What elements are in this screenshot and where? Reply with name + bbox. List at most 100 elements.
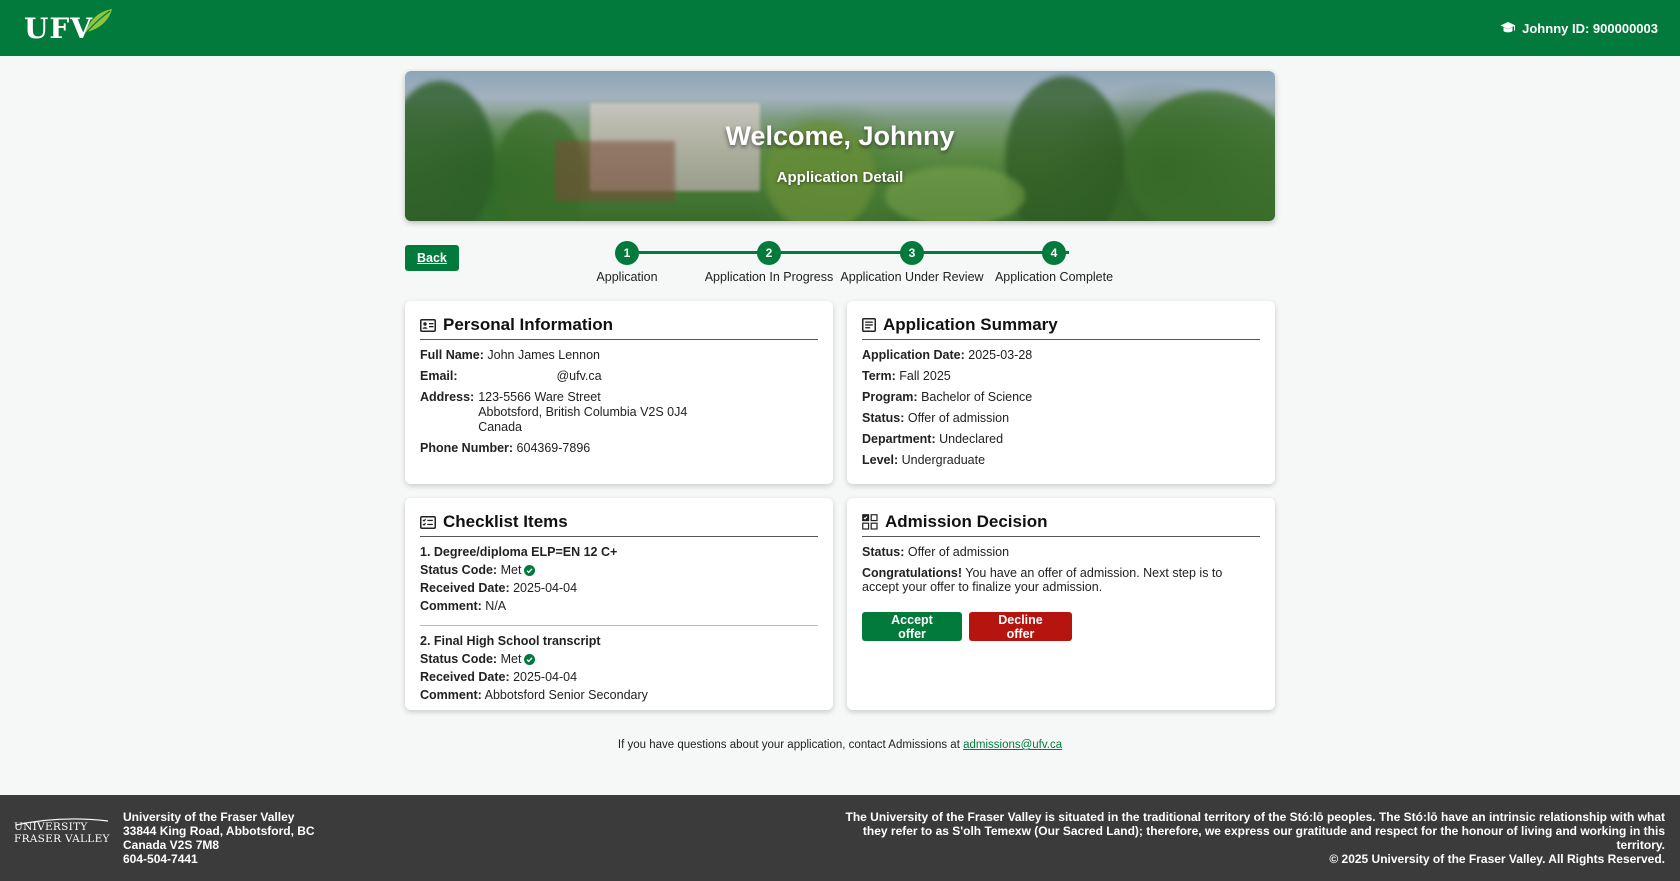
application-summary-card: Application Summary Application Date: 20… [847, 301, 1275, 484]
checklist-item: 2. Final High School transcript Status C… [420, 634, 818, 712]
field-label: Email: [420, 369, 458, 383]
decision-status-row: Status: Offer of admission [862, 545, 1260, 560]
progress-row: Back 1 Application 2 Application In Prog… [405, 233, 1275, 301]
address-row: Address: 123-5566 Ware Street Abbotsford… [420, 390, 818, 435]
card-title: Application Summary [883, 315, 1058, 334]
progress-steps: 1 Application 2 Application In Progress … [595, 241, 1115, 291]
contact-line: If you have questions about your applica… [405, 739, 1275, 751]
field-label: Term: [862, 369, 896, 383]
comment-value: Abbotsford Senior Secondary [484, 688, 648, 702]
received-date-row: Received Date: 2025-04-04 [420, 670, 818, 685]
congrats-label: Congratulations! [862, 566, 962, 580]
field-label: Level: [862, 453, 899, 467]
department-row: Department: Undeclared [862, 432, 1260, 447]
step-number: 3 [900, 241, 924, 265]
address-line-2: Abbotsford, British Columbia V2S 0J4 [478, 405, 688, 419]
field-label: Full Name: [420, 348, 484, 362]
field-label: Received Date: [420, 581, 510, 595]
footer-logo-line2: FRASER VALLEY [14, 833, 110, 845]
step-label: Application [596, 270, 658, 284]
comment-row: Comment: Abbotsford Senior Secondary [420, 688, 818, 703]
footer-phone: 604-504-7441 [123, 852, 198, 866]
card-title: Admission Decision [885, 512, 1048, 531]
checklist-item-title: 2. Final High School transcript [420, 634, 601, 648]
decline-offer-button[interactable]: Decline offer [969, 612, 1072, 641]
user-label: Johnny ID: 900000003 [1522, 20, 1658, 36]
footer: UNIVERSITY FRASER VALLEY University of t… [0, 795, 1680, 881]
level-value: Undergraduate [901, 453, 986, 467]
ufv-logo[interactable]: UFV [24, 9, 113, 45]
card-title: Checklist Items [443, 512, 568, 531]
application-date-row: Application Date: 2025-03-28 [862, 348, 1260, 363]
status-row: Status: Offer of admission [862, 411, 1260, 426]
phone-row: Phone Number: 604369-7896 [420, 441, 818, 456]
program-value: Bachelor of Science [921, 390, 1033, 404]
level-row: Level: Undergraduate [862, 453, 1260, 468]
step-label: Application Under Review [840, 270, 984, 284]
step-4: 4 Application Complete [974, 241, 1134, 284]
footer-address-line2: Canada V2S 7M8 [123, 838, 220, 852]
application-date-value: 2025-03-28 [968, 348, 1033, 362]
admissions-email-link[interactable]: admissions@ufv.ca [963, 739, 1062, 751]
status-code-value: Met [500, 652, 522, 666]
step-1: 1 Application [547, 241, 707, 284]
hero-banner: Welcome, Johnny Application Detail [405, 71, 1275, 221]
step-number: 2 [757, 241, 781, 265]
address-line-3: Canada [478, 420, 522, 434]
field-label: Status Code: [420, 563, 498, 577]
footer-university-name: University of the Fraser Valley [123, 810, 295, 824]
decision-buttons: Accept offer Decline offer [862, 612, 1260, 641]
checklist-item-title: 1. Degree/diploma ELP=EN 12 C+ [420, 545, 618, 559]
step-2: 2 Application In Progress [689, 241, 849, 284]
document-list-icon [862, 318, 876, 332]
status-code-row: Status Code: Met [420, 563, 818, 578]
cards-grid: Personal Information Full Name: John Jam… [405, 301, 1275, 710]
welcome-title: Welcome, Johnny [725, 121, 955, 151]
footer-address-line1: 33844 King Road, Abbotsford, BC [123, 824, 315, 838]
back-button[interactable]: Back [405, 245, 459, 271]
checklist-item: 1. Degree/diploma ELP=EN 12 C+ Status Co… [420, 545, 818, 623]
field-label: Comment: [420, 688, 482, 702]
card-title: Personal Information [443, 315, 614, 334]
check-circle-icon [524, 654, 536, 665]
full-name-row: Full Name: John James Lennon [420, 348, 818, 363]
field-label: Received Date: [420, 670, 510, 684]
field-label: Department: [862, 432, 936, 446]
field-label: Comment: [420, 599, 482, 613]
footer-logo[interactable]: UNIVERSITY FRASER VALLEY [14, 818, 110, 845]
comment-value: N/A [485, 599, 507, 613]
full-name-value: John James Lennon [487, 348, 600, 362]
accept-offer-button[interactable]: Accept offer [862, 612, 962, 641]
personal-information-card: Personal Information Full Name: John Jam… [405, 301, 833, 484]
decision-status-value: Offer of admission [907, 545, 1010, 559]
field-label: Status: [862, 545, 905, 559]
field-label: Program: [862, 390, 918, 404]
user-info[interactable]: Johnny ID: 900000003 [1500, 21, 1658, 36]
checklist-items-card: Checklist Items 1. Degree/diploma ELP=EN… [405, 498, 833, 710]
footer-address: University of the Fraser Valley 33844 Ki… [123, 810, 315, 866]
email-value: @ufv.ca [556, 369, 602, 383]
status-code-row: Status Code: Met [420, 652, 818, 667]
department-value: Undeclared [939, 432, 1004, 446]
card-header: Admission Decision [862, 512, 1260, 537]
field-label: Application Date: [862, 348, 965, 362]
hero-subtitle: Application Detail [776, 169, 904, 186]
step-3: 3 Application Under Review [832, 241, 992, 284]
card-header: Personal Information [420, 315, 818, 340]
field-label: Status Code: [420, 652, 498, 666]
land-acknowledgement: The University of the Fraser Valley is s… [845, 810, 1665, 852]
admission-decision-card: Admission Decision Status: Offer of admi… [847, 498, 1275, 710]
comment-row: Comment: N/A [420, 599, 818, 614]
term-row: Term: Fall 2025 [862, 369, 1260, 384]
received-date-value: 2025-04-04 [513, 581, 578, 595]
swoosh-icon [15, 818, 109, 826]
field-label: Address: [420, 390, 475, 404]
step-label: Application In Progress [704, 270, 834, 284]
step-number: 1 [615, 241, 639, 265]
received-date-value: 2025-04-04 [513, 670, 578, 684]
contact-text: If you have questions about your applica… [617, 739, 960, 751]
phone-value: 604369-7896 [516, 441, 591, 455]
step-label: Application Complete [994, 270, 1114, 284]
card-header: Checklist Items [420, 512, 818, 537]
status-code-value: Met [500, 563, 522, 577]
